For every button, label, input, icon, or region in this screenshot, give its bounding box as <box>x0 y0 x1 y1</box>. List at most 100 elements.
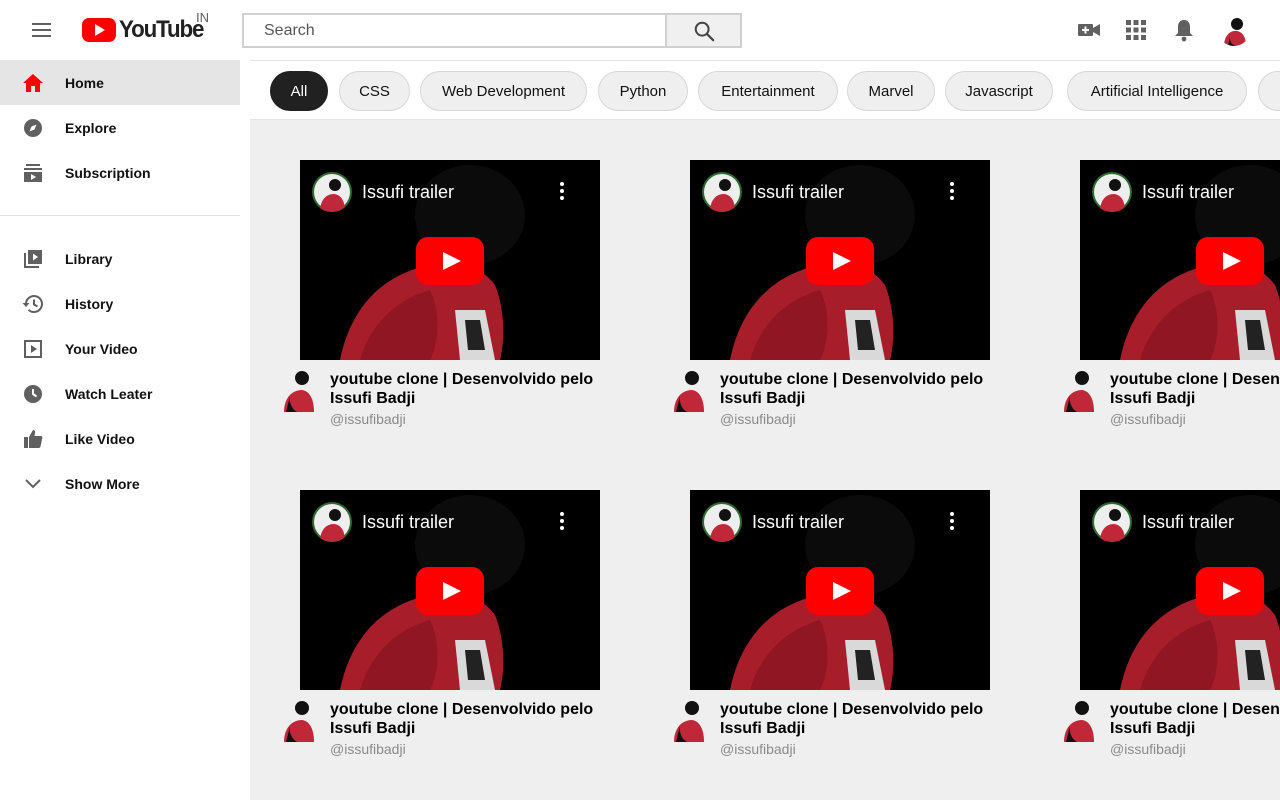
thumbnail-title: Issufi trailer <box>752 512 845 532</box>
thumbnail-title: Issufi trailer <box>1142 182 1235 202</box>
youtube-play-icon <box>82 18 116 42</box>
video-card[interactable]: Issufi trailer youtube clone | Desenvolv… <box>1030 490 1280 780</box>
play-button[interactable] <box>806 237 874 285</box>
channel-avatar <box>702 502 742 542</box>
more-vert-icon[interactable] <box>556 182 568 202</box>
video-thumbnail[interactable]: Issufi trailer <box>690 160 990 360</box>
sidebar-item-subscription[interactable]: Subscription <box>0 150 240 195</box>
apps-grid-icon[interactable] <box>1123 17 1149 43</box>
sidebar-item-history[interactable]: History <box>0 281 240 326</box>
youtube-logo[interactable]: YouTube <box>82 14 210 46</box>
channel-name[interactable]: @issufibadji <box>1110 411 1186 427</box>
top-header: YouTube IN <box>0 0 1280 60</box>
video-thumbnail[interactable]: Issufi trailer <box>690 490 990 690</box>
video-title[interactable]: youtube clone | Desenvolvido pelo Issufi… <box>720 700 1020 738</box>
video-title[interactable]: youtube clone | Desenvolvido pelo Issufi… <box>1110 370 1280 408</box>
video-thumbnail[interactable]: Issufi trailer <box>1080 490 1280 690</box>
sidebar-item-label: History <box>65 295 114 312</box>
chip-web-development[interactable]: Web Development <box>420 71 587 111</box>
video-grid: Issufi trailer youtube clone | Desenvolv… <box>250 120 1280 800</box>
menu-icon[interactable] <box>27 18 57 42</box>
channel-name[interactable]: @issufibadji <box>720 411 796 427</box>
chip-javascript[interactable]: Javascript <box>945 71 1053 111</box>
sidebar-item-home[interactable]: Home <box>0 60 240 105</box>
logo-text: YouTube <box>119 16 204 43</box>
sidebar: Home Explore Subscription Library Histor… <box>0 60 250 800</box>
video-card[interactable]: Issufi trailer youtube clone | Desenvolv… <box>250 160 600 450</box>
play-button[interactable] <box>806 567 874 615</box>
thumbnail-title: Issufi trailer <box>362 182 455 202</box>
sidebar-divider <box>0 215 240 216</box>
sidebar-item-like-video[interactable]: Like Video <box>0 416 240 461</box>
video-thumbnail[interactable]: Issufi trailer <box>300 160 600 360</box>
search-button[interactable] <box>666 13 742 48</box>
thumbnail-title: Issufi trailer <box>362 512 455 532</box>
chip-marvel[interactable]: Marvel <box>847 71 935 111</box>
chip-partial[interactable] <box>1258 71 1280 111</box>
play-button[interactable] <box>416 237 484 285</box>
chevron-down-icon <box>22 473 44 495</box>
video-title[interactable]: youtube clone | Desenvolvido pelo Issufi… <box>1110 700 1280 738</box>
sidebar-item-show-more[interactable]: Show More <box>0 461 240 506</box>
history-icon <box>22 293 44 315</box>
video-card[interactable]: Issufi trailer youtube clone | Desenvolv… <box>1030 160 1280 450</box>
sidebar-item-explore[interactable]: Explore <box>0 105 240 150</box>
category-chips-bar: All CSS Web Development Python Entertain… <box>250 60 1280 120</box>
play-button[interactable] <box>1196 567 1264 615</box>
video-card[interactable]: Issufi trailer youtube clone | Desenvolv… <box>250 490 600 780</box>
more-vert-icon[interactable] <box>946 512 958 532</box>
sidebar-item-library[interactable]: Library <box>0 236 240 281</box>
channel-name[interactable]: @issufibadji <box>330 411 406 427</box>
chip-artificial-intelligence[interactable]: Artificial Intelligence <box>1067 71 1247 111</box>
thumbnail-title: Issufi trailer <box>752 182 845 202</box>
chip-python[interactable]: Python <box>598 71 688 111</box>
your-video-icon <box>22 338 44 360</box>
search-input[interactable] <box>242 13 667 48</box>
avatar[interactable] <box>1218 14 1250 46</box>
sidebar-item-watch-later[interactable]: Watch Leater <box>0 371 240 416</box>
bell-icon[interactable] <box>1171 17 1197 43</box>
channel-avatar <box>702 172 742 212</box>
compass-icon <box>22 117 44 139</box>
video-title[interactable]: youtube clone | Desenvolvido pelo Issufi… <box>330 370 630 408</box>
avatar[interactable] <box>1060 368 1096 412</box>
library-icon <box>22 248 44 270</box>
channel-name[interactable]: @issufibadji <box>720 741 796 757</box>
avatar[interactable] <box>280 698 316 742</box>
video-thumbnail[interactable]: Issufi trailer <box>300 490 600 690</box>
channel-name[interactable]: @issufibadji <box>330 741 406 757</box>
subscriptions-icon <box>22 162 44 184</box>
country-code: IN <box>196 10 209 25</box>
sidebar-item-your-video[interactable]: Your Video <box>0 326 240 371</box>
play-button[interactable] <box>416 567 484 615</box>
chip-css[interactable]: CSS <box>339 71 410 111</box>
search-icon <box>694 21 714 41</box>
avatar[interactable] <box>280 368 316 412</box>
video-camera-icon[interactable] <box>1076 17 1102 43</box>
video-title[interactable]: youtube clone | Desenvolvido pelo Issufi… <box>720 370 1020 408</box>
video-thumbnail[interactable]: Issufi trailer <box>1080 160 1280 360</box>
channel-avatar <box>312 172 352 212</box>
thumbs-up-icon <box>22 428 44 450</box>
more-vert-icon[interactable] <box>556 512 568 532</box>
home-icon <box>22 72 44 94</box>
avatar[interactable] <box>670 698 706 742</box>
play-button[interactable] <box>1196 237 1264 285</box>
clock-icon <box>22 383 44 405</box>
channel-avatar <box>1092 502 1132 542</box>
video-card[interactable]: Issufi trailer youtube clone | Desenvolv… <box>640 160 990 450</box>
sidebar-item-label: Home <box>65 74 104 91</box>
sidebar-item-label: Library <box>65 250 113 267</box>
chip-all[interactable]: All <box>270 71 328 111</box>
avatar[interactable] <box>670 368 706 412</box>
sidebar-item-label: Explore <box>65 119 117 136</box>
video-card[interactable]: Issufi trailer youtube clone | Desenvolv… <box>640 490 990 780</box>
channel-name[interactable]: @issufibadji <box>1110 741 1186 757</box>
sidebar-item-label: Subscription <box>65 164 151 181</box>
sidebar-item-label: Show More <box>65 475 140 492</box>
video-title[interactable]: youtube clone | Desenvolvido pelo Issufi… <box>330 700 630 738</box>
more-vert-icon[interactable] <box>946 182 958 202</box>
avatar[interactable] <box>1060 698 1096 742</box>
chip-entertainment[interactable]: Entertainment <box>698 71 838 111</box>
thumbnail-title: Issufi trailer <box>1142 512 1235 532</box>
